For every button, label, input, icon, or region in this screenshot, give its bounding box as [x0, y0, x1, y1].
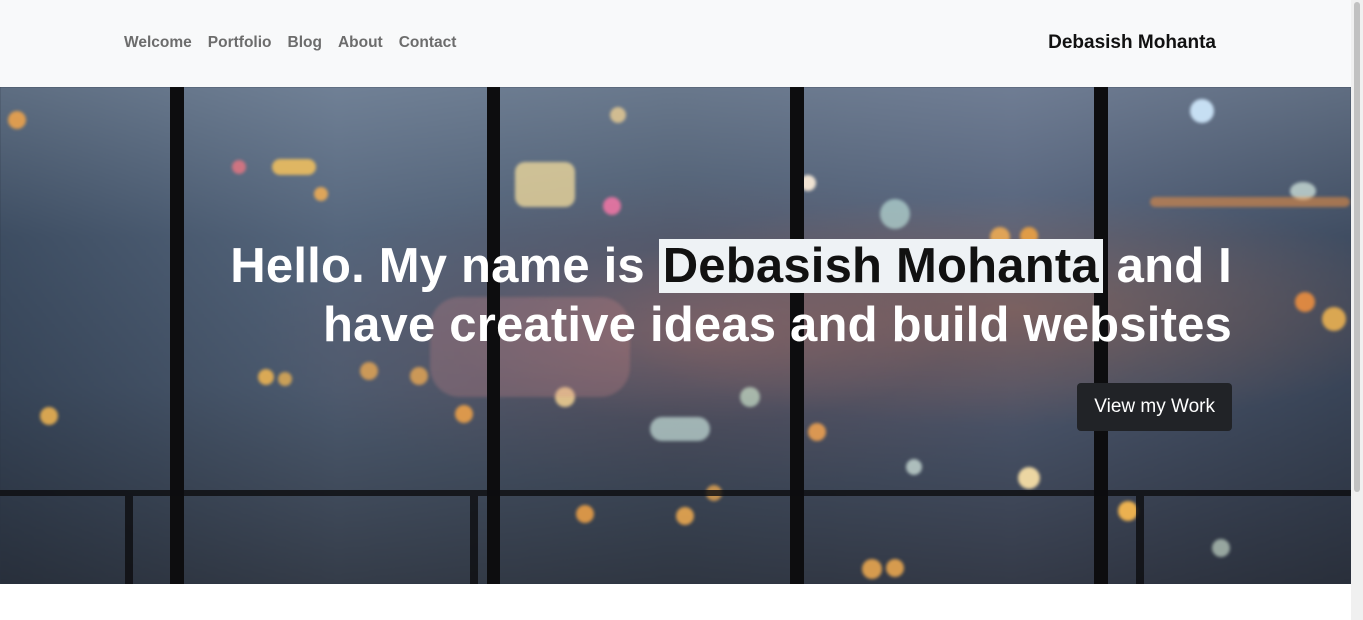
hero-name-highlight: Debasish Mohanta — [658, 239, 1103, 293]
nav-link-blog[interactable]: Blog — [288, 33, 322, 53]
navbar: Welcome Portfolio Blog About Contact Deb… — [0, 0, 1351, 87]
hero-title: Hello. My name is Debasish Mohanta and I… — [112, 237, 1232, 355]
nav-link-welcome[interactable]: Welcome — [124, 33, 192, 53]
railing-post — [470, 496, 478, 584]
hero-intro-text: Hello. My name is — [230, 239, 645, 293]
railing-bar — [0, 490, 1351, 496]
brand-name[interactable]: Debasish Mohanta — [1048, 31, 1216, 55]
nav-link-contact[interactable]: Contact — [399, 33, 457, 53]
railing-post — [125, 496, 133, 584]
page: Welcome Portfolio Blog About Contact Deb… — [0, 0, 1363, 620]
scrollbar-thumb[interactable] — [1354, 2, 1360, 492]
hero-content: Hello. My name is Debasish Mohanta and I… — [112, 237, 1232, 431]
nav-link-portfolio[interactable]: Portfolio — [208, 33, 272, 53]
hero-section: Hello. My name is Debasish Mohanta and I… — [0, 87, 1351, 584]
view-my-work-button[interactable]: View my Work — [1077, 383, 1232, 431]
railing-post — [1136, 496, 1144, 584]
vertical-scrollbar[interactable] — [1351, 0, 1363, 620]
nav-links: Welcome Portfolio Blog About Contact — [124, 33, 456, 53]
nav-link-about[interactable]: About — [338, 33, 383, 53]
